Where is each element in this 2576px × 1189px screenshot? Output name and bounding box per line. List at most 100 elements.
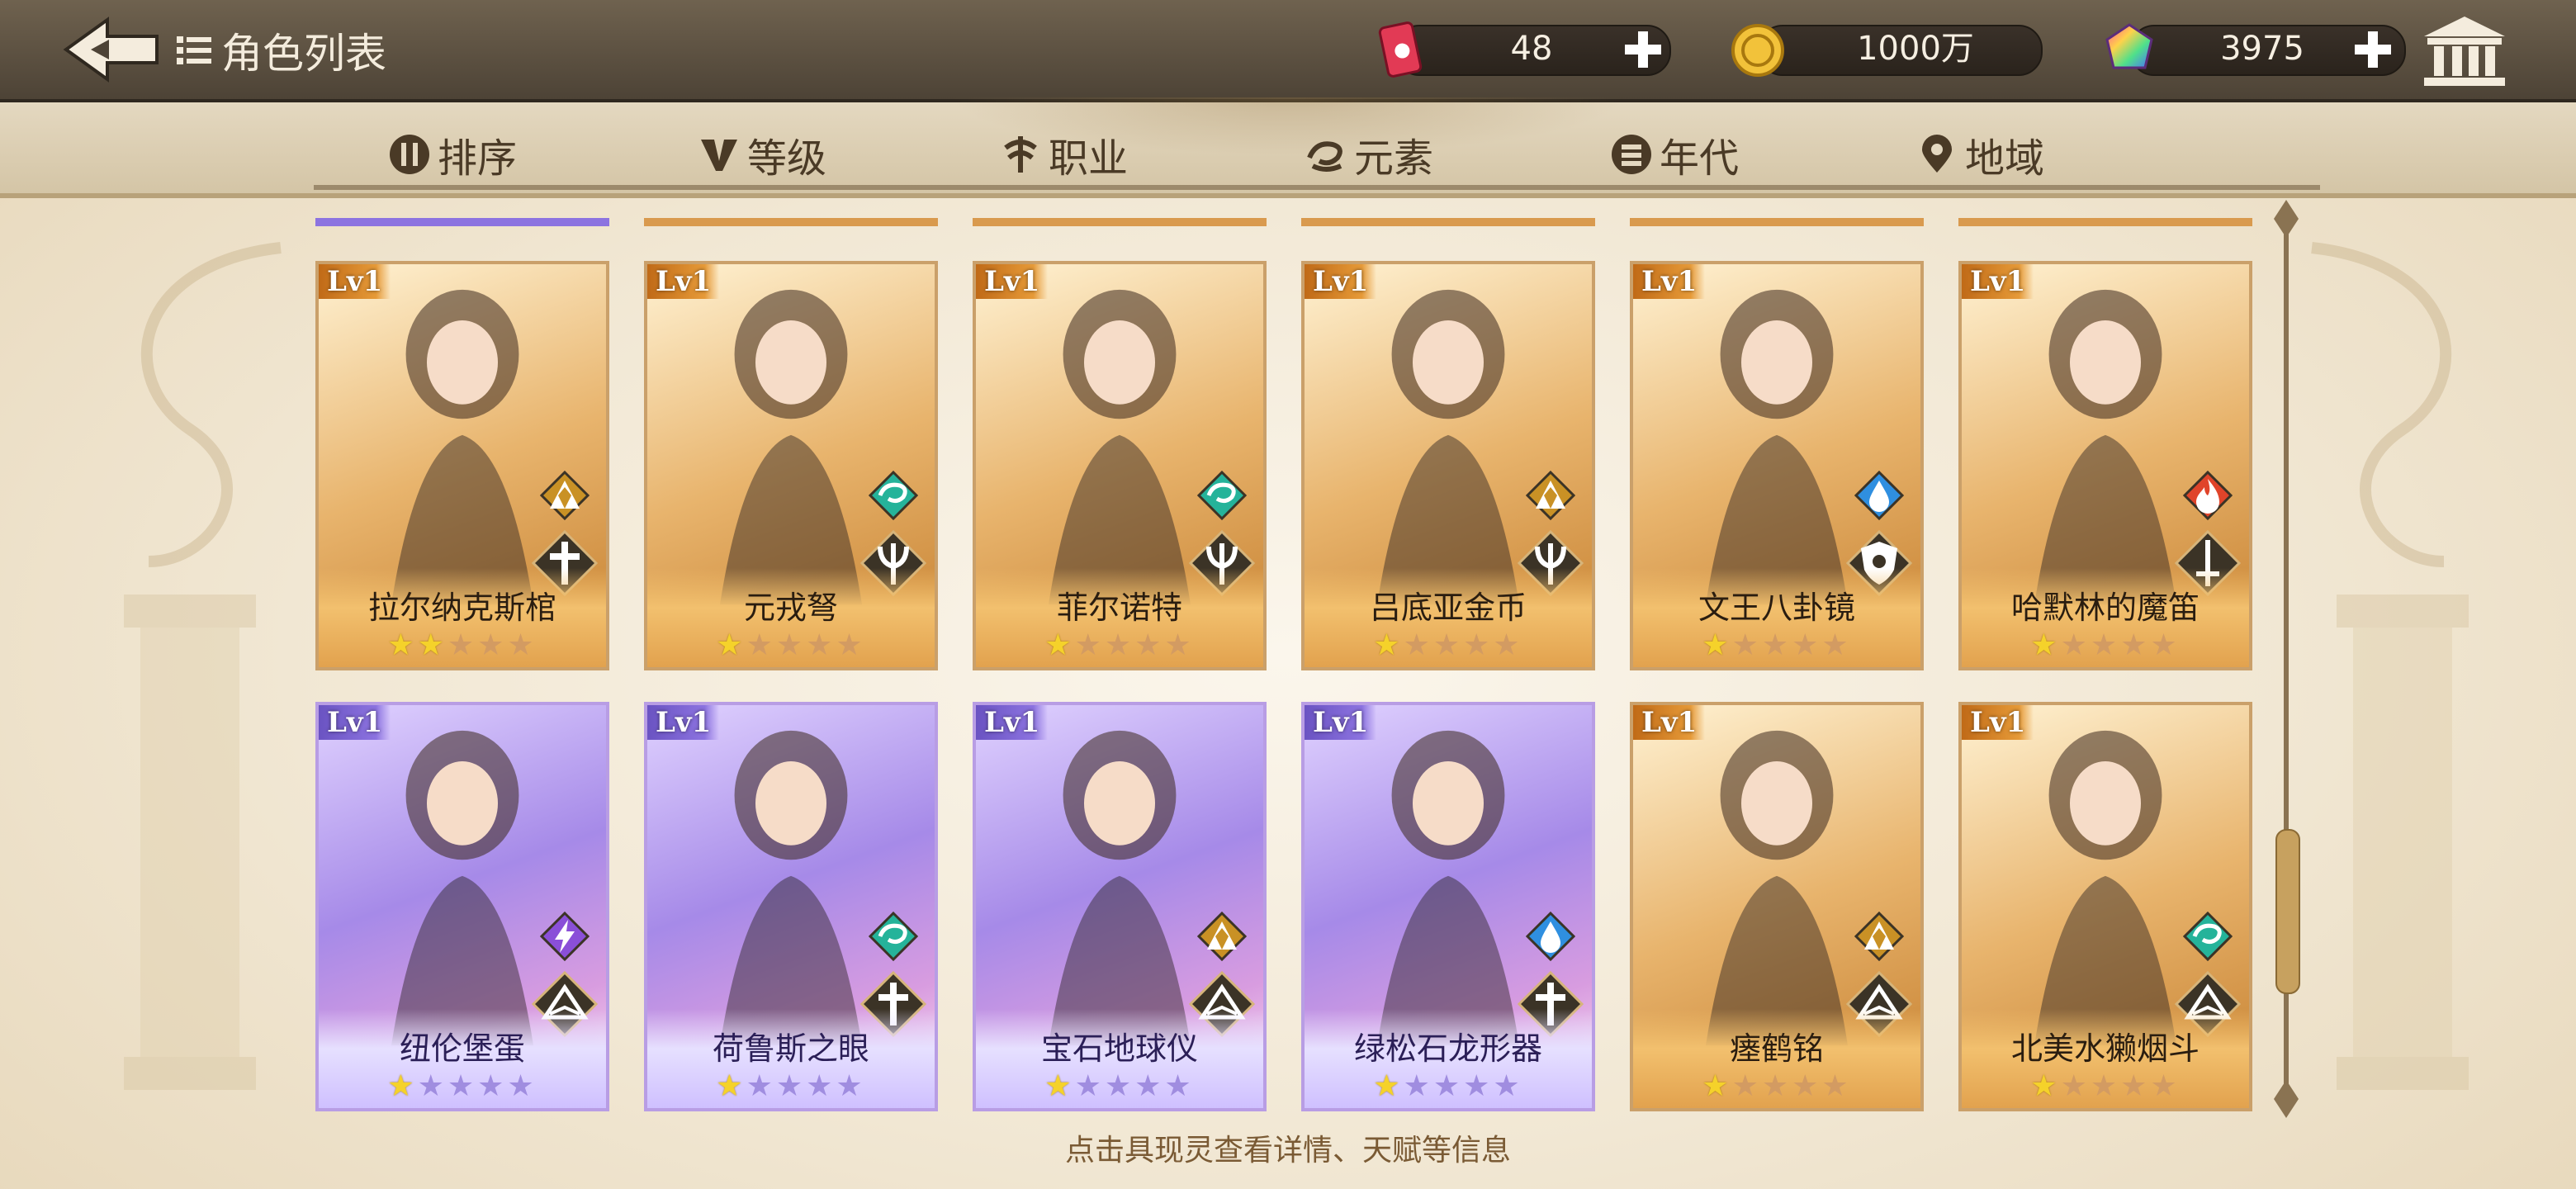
resource-soda: 48 [1362,18,1676,79]
character-name: 瘗鹤铭 [1729,1030,1824,1067]
character-card[interactable]: Lv1 绿松石龙形器 ★★★★★ [1301,702,1595,1111]
location-pin-icon [1922,135,1952,173]
row-top [644,218,938,226]
tab-region-label: 地域 [1965,135,2045,182]
v-level-icon [701,140,737,171]
resource-gold: 1000万 [1726,18,2048,79]
list-icon [177,36,211,64]
character-name: 宝石地球仪 [1040,1030,1198,1067]
footer-hint: 点击具现灵查看详情、天赋等信息 [1064,1134,1511,1168]
level-badge: Lv1 [1633,264,1706,299]
page-title: 角色列表 [175,21,386,79]
top-bar: 角色列表 48 1000万 3975 [0,0,2576,102]
level-badge: Lv1 [1305,705,1377,740]
tab-underline [314,185,2320,190]
level-badge: Lv1 [976,705,1049,740]
wind-icon [2183,912,2233,961]
star-rating: ★★★★★ [2030,1069,2181,1103]
level-badge: Lv1 [1962,264,2034,299]
character-name: 元戎弩 [743,590,838,626]
add-soda-button[interactable] [1620,26,1666,73]
character-card[interactable]: Lv1 荷鲁斯之眼 ★★★★★ [644,702,938,1111]
character-card[interactable]: Lv1 吕底亚金币 ★★★★★ [1301,261,1595,670]
page-title-text: 角色列表 [221,30,386,78]
back-arrow-icon[interactable] [58,15,165,84]
tab-sort[interactable]: 排序 [388,126,517,183]
fire-icon [2183,471,2233,520]
gem-count: 3975 [2220,30,2304,68]
gold-count: 1000万 [1857,30,1974,68]
scroll-top-cap-icon [2274,200,2299,238]
character-name: 拉尔纳克斯棺 [367,590,556,626]
star-rating: ★★★★★ [2030,628,2181,662]
tab-class-label: 职业 [1049,135,1129,182]
level-badge: Lv1 [1305,264,1377,299]
tab-level[interactable]: 等级 [698,126,826,183]
character-card[interactable]: Lv1 文王八卦镜 ★★★★★ [1630,261,1924,670]
scrollbar-thumb[interactable] [2275,829,2300,994]
star-rating: ★★★★★ [1044,1069,1195,1103]
star-rating: ★★★★★ [716,628,866,662]
character-card[interactable]: Lv1 瘗鹤铭 ★★★★★ [1630,702,1924,1111]
earth-icon [1854,912,1904,961]
character-card[interactable]: Lv1 元戎弩 ★★★★★ [644,261,938,670]
star-rating: ★★★★★ [1702,628,1852,662]
character-card[interactable]: Lv1 菲尔诺特 ★★★★★ [973,261,1267,670]
row-top [1630,218,1924,226]
level-badge: Lv1 [976,264,1049,299]
row-top [1301,218,1595,226]
earth-icon [1526,471,1575,520]
tab-era[interactable]: 年代 [1610,126,1739,183]
character-card[interactable]: Lv1 拉尔纳克斯棺 ★★★★★ [315,261,609,670]
level-badge: Lv1 [647,705,720,740]
level-badge: Lv1 [1962,705,2034,740]
tab-level-label: 等级 [747,135,827,182]
tab-region[interactable]: 地域 [1915,126,2044,183]
level-badge: Lv1 [319,705,391,740]
character-card[interactable]: Lv1 纽伦堡蛋 ★★★★★ [315,702,609,1111]
tab-era-label: 年代 [1660,135,1740,182]
character-card[interactable]: Lv1 哈默林的魔笛 ★★★★★ [1958,261,2252,670]
sort-icon [390,135,429,174]
class-icon [1004,136,1037,173]
row-top [973,218,1267,226]
tab-element[interactable]: 元素 [1305,126,1433,183]
star-rating: ★★★★★ [1702,1069,1852,1103]
star-rating: ★★★★★ [1044,628,1195,662]
row-top [1958,218,2252,226]
element-icon [1307,141,1342,172]
star-rating: ★★★★★ [387,1069,537,1103]
rainbow-gem-icon [2105,23,2153,69]
level-badge: Lv1 [1633,705,1706,740]
right-ornament [2311,242,2469,1090]
character-name: 文王八卦镜 [1698,590,1855,626]
earth-icon [1197,912,1247,961]
wind-icon [869,912,918,961]
wind-icon [869,471,918,520]
character-name: 哈默林的魔笛 [2010,590,2200,626]
character-card[interactable]: Lv1 宝石地球仪 ★★★★★ [973,702,1267,1111]
tab-sort-label: 排序 [438,135,518,182]
character-name: 北美水獭烟斗 [2010,1030,2200,1067]
gold-coin-icon [1731,24,1784,77]
character-card[interactable]: Lv1 北美水獭烟斗 ★★★★★ [1958,702,2252,1111]
character-name: 吕底亚金币 [1369,590,1527,626]
star-rating: ★★★★★ [1373,1069,1523,1103]
water-icon [1854,471,1904,520]
left-ornament [124,242,282,1090]
star-rating: ★★★★★ [1373,628,1523,662]
character-name: 荷鲁斯之眼 [712,1030,869,1067]
character-name: 纽伦堡蛋 [399,1030,525,1067]
museum-icon[interactable] [2419,13,2510,88]
earth-icon [540,471,590,520]
add-gem-button[interactable] [2350,26,2396,73]
filter-tab-strip: 排序 等级 职业 元素 年代 地域 [0,97,2576,198]
level-badge: Lv1 [319,264,391,299]
soda-count: 48 [1510,30,1553,68]
wind-icon [1197,471,1247,520]
star-rating: ★★★★★ [716,1069,866,1103]
tab-class[interactable]: 职业 [999,126,1128,183]
tab-element-label: 元素 [1354,135,1434,182]
water-icon [1526,912,1575,961]
resource-gem: 3975 [2097,18,2411,79]
